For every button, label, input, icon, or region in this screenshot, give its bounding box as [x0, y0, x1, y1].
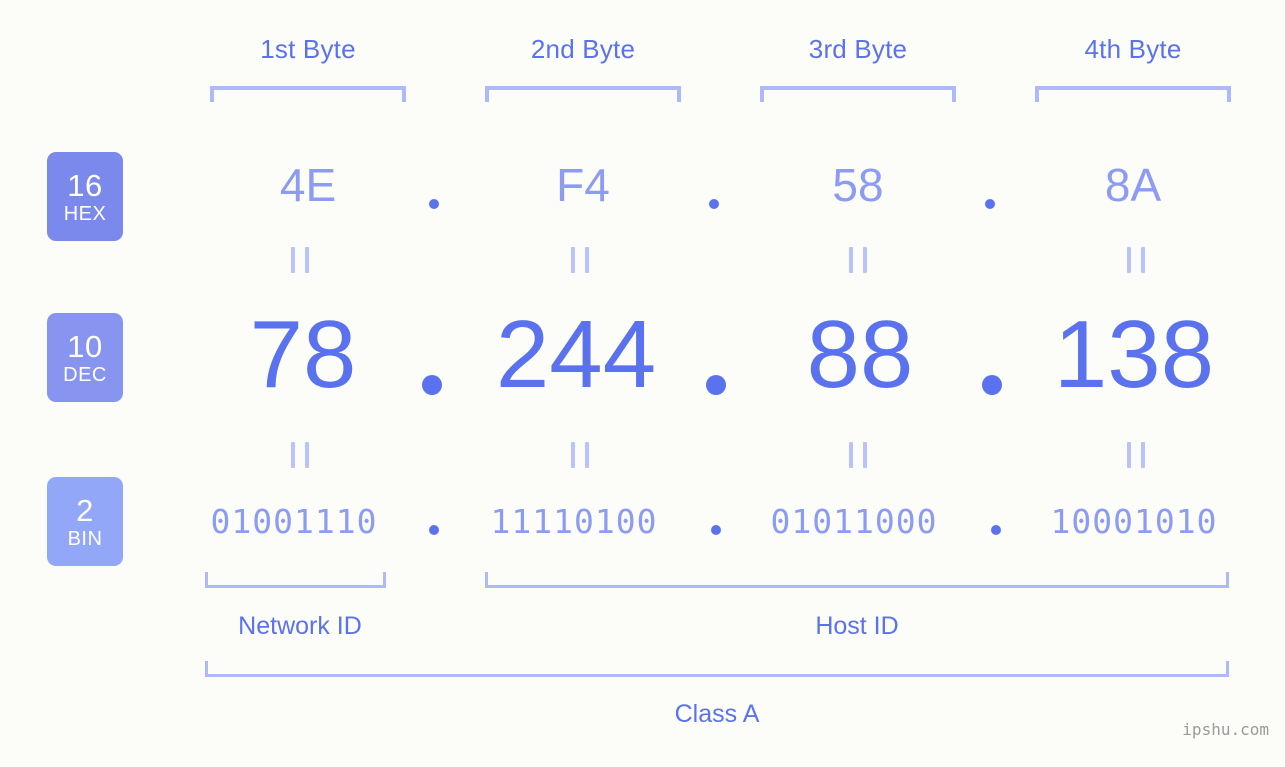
dec-octet-3: 88: [806, 301, 914, 408]
host-id-bracket: [485, 572, 1229, 588]
byte-header-4: 4th Byte: [1084, 34, 1182, 64]
hex-octet-1: 4E: [279, 159, 337, 211]
class-bracket: [205, 661, 1229, 677]
hex-octet-4: 8A: [1104, 159, 1162, 211]
dec-separator-dot-1: [422, 375, 442, 395]
radix-badge-hex-abbr: HEX: [63, 202, 107, 225]
bin-octet-1: 01001110: [210, 502, 378, 541]
bin-octet-2: 11110100: [490, 502, 658, 541]
dec-octet-1: 78: [249, 301, 357, 408]
equals-sign-dec-bin-3: [849, 442, 867, 468]
equals-sign-hex-dec-2: [571, 247, 589, 273]
equals-sign-dec-bin-2: [571, 442, 589, 468]
radix-badge-bin-abbr: BIN: [67, 527, 103, 550]
host-id-label: Host ID: [815, 612, 899, 640]
network-id-bracket: [205, 572, 386, 588]
radix-badge-bin: 2 BIN: [47, 477, 123, 566]
hex-separator-dot-3: [985, 199, 995, 209]
equals-sign-dec-bin-1: [291, 442, 309, 468]
bin-separator-dot-3: [991, 525, 1001, 535]
dec-octet-2: 244: [495, 301, 657, 408]
radix-badge-dec: 10 DEC: [47, 313, 123, 402]
class-label: Class A: [674, 700, 760, 728]
equals-sign-hex-dec-3: [849, 247, 867, 273]
radix-badge-dec-abbr: DEC: [63, 363, 107, 386]
equals-sign-hex-dec-1: [291, 247, 309, 273]
hex-separator-dot-2: [709, 199, 719, 209]
equals-sign-dec-bin-4: [1127, 442, 1145, 468]
equals-sign-hex-dec-4: [1127, 247, 1145, 273]
byte-header-3: 3rd Byte: [808, 34, 908, 64]
dec-separator-dot-2: [706, 375, 726, 395]
site-watermark: ipshu.com: [1182, 720, 1269, 739]
bin-octet-3: 01011000: [770, 502, 938, 541]
radix-badge-hex-number: 16: [67, 167, 103, 203]
dec-octet-4: 138: [1053, 301, 1215, 408]
network-id-label: Network ID: [238, 612, 362, 640]
bin-separator-dot-1: [429, 525, 439, 535]
ip-address-breakdown-diagram: 1st Byte 2nd Byte 3rd Byte 4th Byte 16 H…: [0, 0, 1285, 767]
radix-badge-dec-number: 10: [67, 328, 103, 364]
dec-separator-dot-3: [982, 375, 1002, 395]
byte-bracket-1: [210, 86, 406, 102]
radix-badge-hex: 16 HEX: [47, 152, 123, 241]
hex-octet-3: 58: [832, 159, 884, 211]
bin-octet-4: 10001010: [1050, 502, 1218, 541]
byte-bracket-2: [485, 86, 681, 102]
byte-header-1: 1st Byte: [260, 34, 356, 64]
bin-separator-dot-2: [711, 525, 721, 535]
hex-separator-dot-1: [429, 199, 439, 209]
byte-bracket-4: [1035, 86, 1231, 102]
byte-header-2: 2nd Byte: [530, 34, 636, 64]
hex-octet-2: F4: [556, 159, 610, 211]
byte-bracket-3: [760, 86, 956, 102]
radix-badge-bin-number: 2: [76, 492, 94, 528]
